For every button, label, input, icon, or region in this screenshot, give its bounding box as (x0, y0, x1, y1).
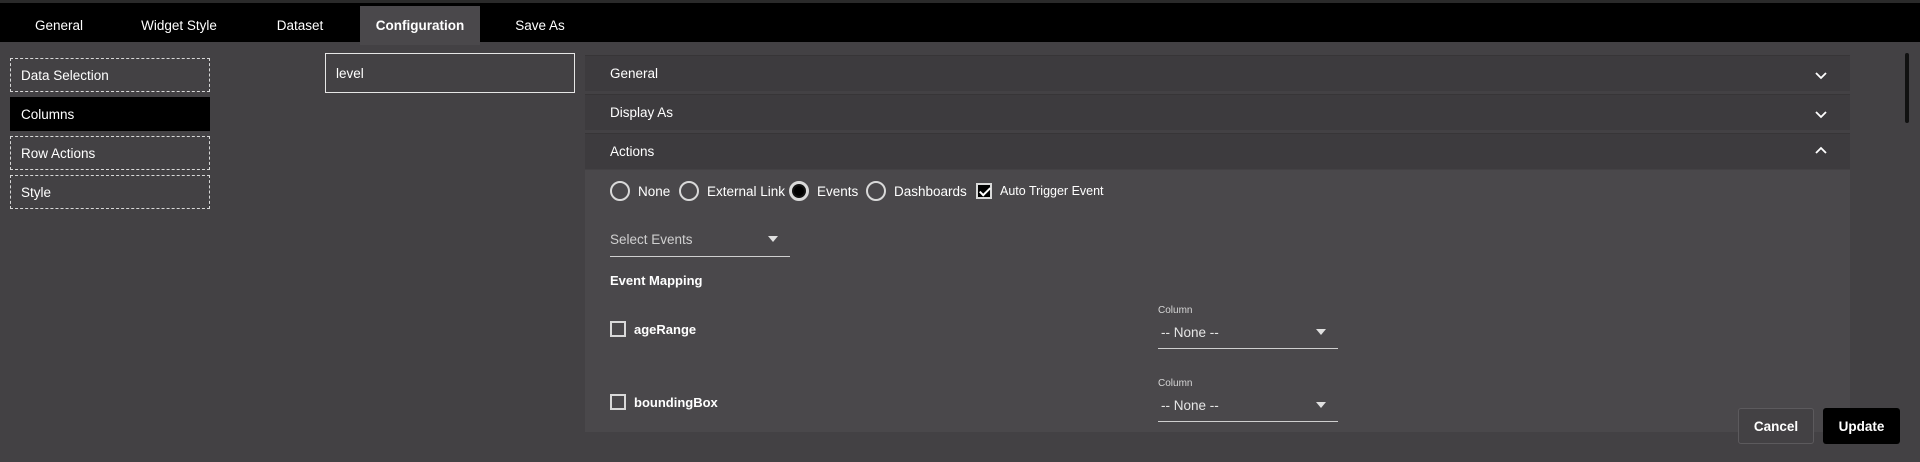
auto-trigger-event-label: Auto Trigger Event (1000, 184, 1104, 198)
radio-external-link-label: External Link (707, 183, 786, 199)
column-label: Column (1158, 305, 1193, 316)
column-search-input[interactable] (325, 53, 575, 93)
mapping-row-agerange[interactable]: ageRange (610, 321, 696, 337)
radio-external-link[interactable]: External Link (679, 180, 785, 202)
vertical-scrollbar[interactable] (1905, 53, 1909, 123)
top-tab-bar: General Widget Style Dataset Configurati… (0, 0, 1920, 45)
chevron-down-icon (1815, 111, 1827, 119)
update-button[interactable]: Update (1823, 408, 1900, 444)
mapping-name: boundingBox (634, 394, 718, 410)
column-select-boundingbox[interactable]: -- None -- (1158, 389, 1338, 422)
caret-down-icon (1316, 329, 1326, 335)
checkbox-icon (610, 394, 626, 410)
tab-widget-style[interactable]: Widget Style (118, 6, 240, 45)
radio-dashboards[interactable]: Dashboards (866, 180, 967, 202)
cancel-button[interactable]: Cancel (1738, 408, 1814, 444)
chevron-up-icon (1815, 146, 1827, 154)
accordion-display-as[interactable]: Display As (585, 94, 1850, 130)
accordion-display-as-label: Display As (610, 105, 674, 120)
accordion-actions-label: Actions (610, 144, 655, 159)
column-select-value: -- None -- (1161, 324, 1219, 340)
tab-configuration[interactable]: Configuration (360, 6, 480, 45)
radio-events[interactable]: Events (789, 180, 858, 202)
tab-save-as[interactable]: Save As (480, 6, 600, 45)
radio-circle-icon (679, 181, 699, 201)
radio-none-label: None (638, 183, 671, 199)
accordion-actions[interactable]: Actions (585, 133, 1850, 169)
mapping-row-boundingbox[interactable]: boundingBox (610, 394, 718, 410)
sidebar-item-columns[interactable]: Columns (10, 97, 210, 131)
checkbox-icon (610, 321, 626, 337)
column-select-value: -- None -- (1161, 397, 1219, 413)
tab-dataset[interactable]: Dataset (240, 6, 360, 45)
checkbox-checked-icon (976, 183, 992, 199)
tab-general[interactable]: General (0, 6, 118, 45)
column-select-agerange[interactable]: -- None -- (1158, 316, 1338, 349)
radio-dashboards-label: Dashboards (894, 183, 967, 199)
sidebar-item-row-actions[interactable]: Row Actions (10, 136, 210, 170)
column-label: Column (1158, 378, 1193, 389)
accordion-general[interactable]: General (585, 55, 1850, 91)
radio-circle-icon (610, 181, 630, 201)
mapping-name: ageRange (634, 321, 697, 337)
select-events-placeholder: Select Events (610, 231, 693, 247)
radio-events-label: Events (817, 183, 859, 199)
chevron-down-icon (1815, 72, 1827, 80)
caret-down-icon (1316, 402, 1326, 408)
auto-trigger-event-checkbox[interactable]: Auto Trigger Event (976, 180, 1104, 202)
select-events-dropdown[interactable]: Select Events (610, 222, 790, 257)
radio-checked-icon (789, 181, 809, 201)
event-mapping-title: Event Mapping (610, 273, 703, 288)
caret-down-icon (768, 236, 778, 242)
radio-none[interactable]: None (610, 180, 670, 202)
sidebar-item-style[interactable]: Style (10, 175, 210, 209)
radio-circle-icon (866, 181, 886, 201)
accordion-general-label: General (610, 66, 659, 81)
sidebar-item-data-selection[interactable]: Data Selection (10, 58, 210, 92)
